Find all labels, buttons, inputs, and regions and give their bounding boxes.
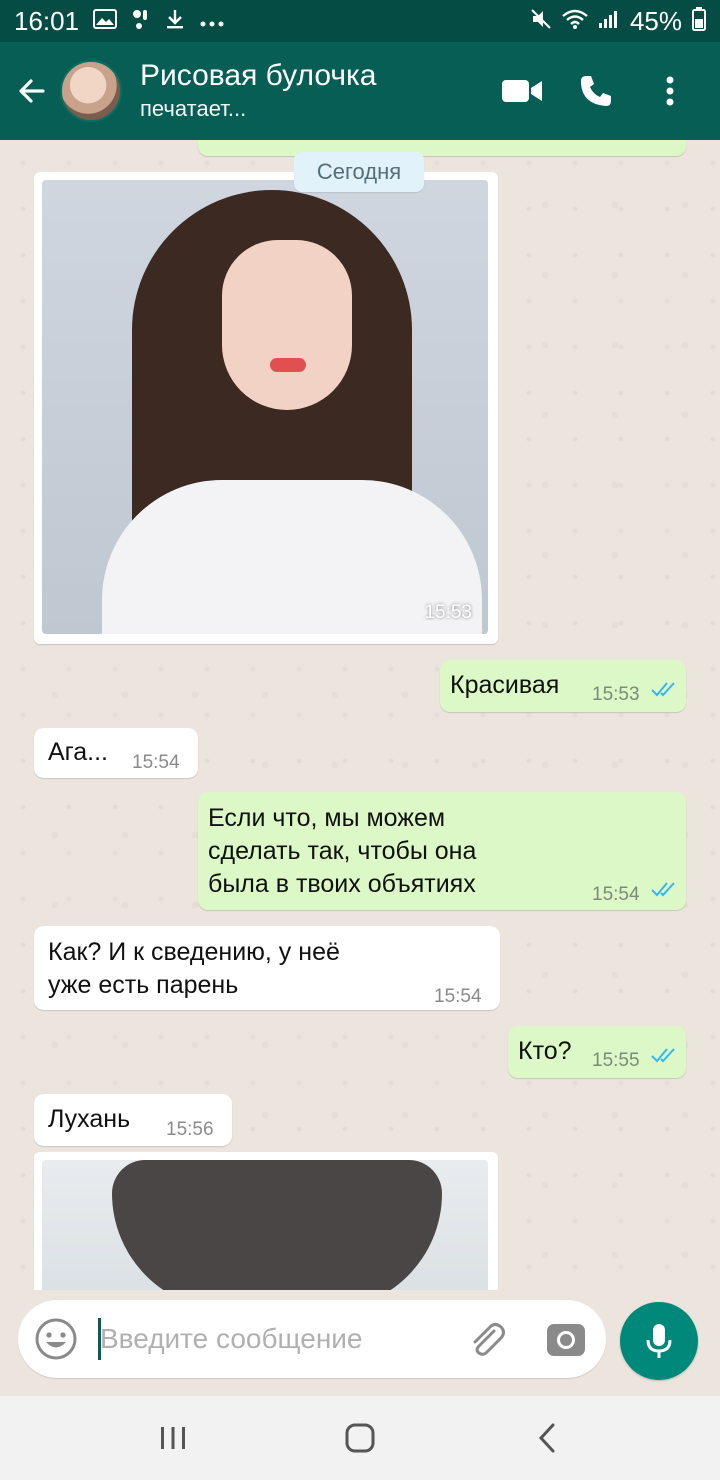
double-check-icon	[651, 682, 675, 697]
more-vertical-icon	[666, 76, 674, 106]
battery-level: 45%	[629, 5, 682, 36]
system-nav-bar	[0, 1396, 720, 1480]
arrow-left-icon	[19, 79, 45, 103]
message-text: уже есть парень	[48, 971, 239, 999]
contact-avatar[interactable]	[60, 60, 122, 122]
double-check-icon	[651, 1048, 675, 1063]
menu-button[interactable]	[644, 65, 696, 117]
message-time: 15:55	[592, 1050, 640, 1071]
message-time: 15:53	[592, 684, 640, 705]
message-time: 15:56	[166, 1119, 214, 1140]
microphone-icon	[646, 1324, 672, 1358]
image-message[interactable]	[34, 1152, 498, 1290]
message-text: Кто?	[518, 1037, 572, 1065]
system-back-button[interactable]	[517, 1408, 577, 1468]
message-time: 15:54	[132, 752, 180, 773]
chevron-left-icon	[538, 1423, 555, 1453]
shared-photo[interactable]	[42, 1160, 488, 1290]
signal-icon	[598, 9, 620, 33]
typing-status: печатает...	[140, 96, 247, 121]
message-text: сделать так, чтобы она	[208, 837, 477, 865]
back-button[interactable]	[4, 42, 60, 140]
message-text: Ага...	[48, 738, 108, 766]
home-icon	[345, 1423, 375, 1453]
message-time: 15:54	[592, 884, 640, 905]
message-bubble-outgoing[interactable]: Если что, мы можем сделать так, чтобы он…	[198, 792, 686, 910]
status-bar: 16:01 45%	[0, 0, 720, 42]
more-dots-icon	[199, 10, 225, 32]
download-icon	[165, 8, 185, 34]
voice-record-button[interactable]	[620, 1302, 698, 1380]
composer: Введите сообщение	[0, 1290, 720, 1396]
paperclip-icon[interactable]	[464, 1317, 508, 1361]
date-separator: Сегодня	[294, 152, 424, 192]
message-bubble-partial[interactable]	[198, 140, 686, 156]
voice-call-button[interactable]	[570, 65, 622, 117]
voicemail-icon	[131, 8, 151, 34]
recent-apps-button[interactable]	[143, 1408, 203, 1468]
message-bubble-outgoing[interactable]: Красивая 15:53	[440, 660, 686, 712]
camera-icon[interactable]	[544, 1317, 588, 1361]
message-text: Лухань	[48, 1105, 131, 1133]
message-text: была в твоих объятиях	[208, 870, 476, 898]
message-list[interactable]: 15:53 Сегодня Красивая 15:53 Ага... 15:5…	[0, 140, 720, 1290]
video-camera-icon	[502, 80, 542, 102]
phone-icon	[581, 76, 611, 106]
emoji-icon[interactable]	[34, 1317, 78, 1361]
gallery-icon	[93, 9, 118, 33]
message-bubble-incoming[interactable]: Лухань 15:56	[34, 1094, 232, 1146]
video-call-button[interactable]	[496, 65, 548, 117]
recent-apps-icon	[161, 1427, 186, 1449]
message-text: Красивая	[450, 671, 560, 699]
battery-icon	[692, 7, 706, 35]
message-bubble-incoming[interactable]: Как? И к сведению, у неё уже есть парень…	[34, 926, 500, 1010]
wifi-icon	[562, 9, 588, 33]
mute-icon	[530, 8, 552, 34]
contact-info[interactable]: Рисовая булочка печатает...	[140, 58, 376, 124]
image-message[interactable]: 15:53	[34, 172, 498, 644]
chat-header: Рисовая булочка печатает...	[0, 42, 720, 140]
message-time: 15:54	[434, 986, 482, 1007]
message-text: Как? И к сведению, у неё	[48, 938, 340, 966]
message-time: 15:53	[424, 602, 472, 623]
shared-photo[interactable]: 15:53	[42, 180, 488, 634]
message-input[interactable]: Введите сообщение	[18, 1300, 606, 1378]
message-bubble-incoming[interactable]: Ага... 15:54	[34, 728, 198, 778]
contact-name: Рисовая булочка	[140, 59, 377, 92]
status-time: 16:01	[14, 5, 80, 36]
home-button[interactable]	[330, 1408, 390, 1468]
message-bubble-outgoing[interactable]: Кто? 15:55	[508, 1026, 686, 1078]
message-text: Если что, мы можем	[208, 804, 446, 832]
double-check-icon	[651, 882, 675, 897]
message-placeholder: Введите сообщение	[100, 1323, 363, 1354]
